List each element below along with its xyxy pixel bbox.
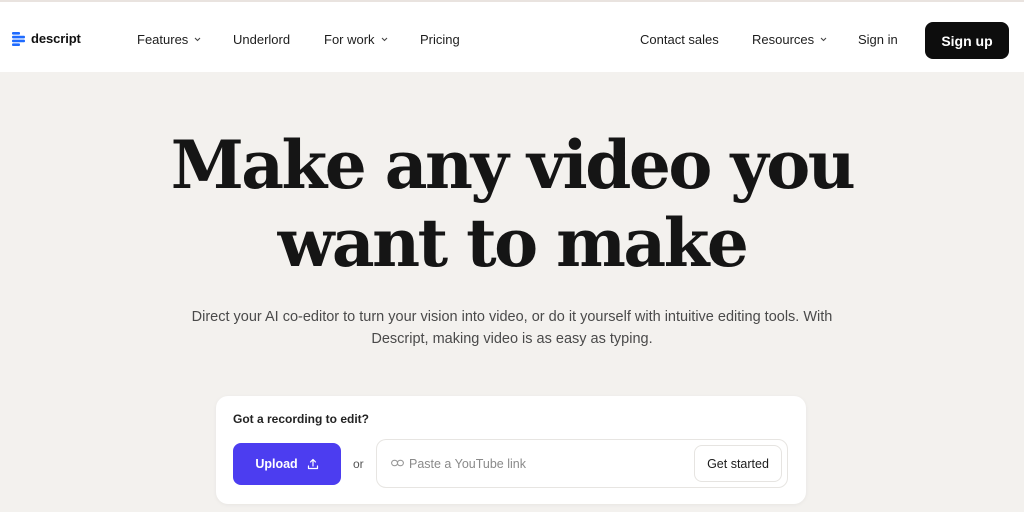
chevron-down-icon: [820, 37, 827, 42]
nav-contact-sales[interactable]: Contact sales: [640, 32, 719, 47]
youtube-link-box: Get started: [376, 439, 788, 488]
upload-card-title: Got a recording to edit?: [233, 412, 370, 426]
descript-logo[interactable]: descript: [12, 31, 81, 46]
nav-features[interactable]: Features: [137, 32, 201, 47]
hero-title-line-2: want to make: [277, 204, 749, 282]
hero-subtitle-line-1: Direct your AI co-editor to turn your vi…: [191, 309, 833, 325]
upload-icon: [307, 458, 318, 470]
nav-pricing[interactable]: Pricing: [420, 32, 460, 47]
upload-label: Upload: [255, 457, 298, 471]
nav-underlord-label: Underlord: [233, 32, 291, 47]
hero-title: Make any video you want to make: [0, 126, 1024, 282]
nav-for-work[interactable]: For work: [324, 32, 388, 47]
descript-logo-icon: [12, 31, 25, 46]
sign-up-button[interactable]: Sign up: [925, 22, 1009, 59]
nav-features-label: Features: [137, 32, 189, 47]
hero-title-line-1: Make any video you: [170, 126, 856, 204]
nav-pricing-label: Pricing: [420, 32, 460, 47]
sign-up-label: Sign up: [941, 32, 993, 49]
youtube-link-input[interactable]: [409, 453, 689, 475]
hero-subtitle: Direct your AI co-editor to turn your vi…: [150, 306, 874, 350]
hero-subtitle-line-2: Descript, making video is as easy as typ…: [371, 331, 653, 347]
nav-resources[interactable]: Resources: [752, 32, 827, 47]
nav-for-work-label: For work: [324, 32, 375, 47]
brand-name: descript: [31, 31, 81, 46]
chevron-down-icon: [381, 37, 387, 42]
or-separator: or: [353, 457, 364, 471]
upload-button[interactable]: Upload: [233, 443, 341, 485]
get-started-label: Get started: [707, 456, 769, 471]
top-navigation: descript Features Underlord For work Pri…: [0, 2, 1024, 72]
chevron-down-icon: [194, 37, 201, 42]
nav-contact-sales-label: Contact sales: [640, 32, 719, 47]
nav-underlord[interactable]: Underlord: [233, 32, 290, 47]
nav-sign-in-label: Sign in: [858, 32, 898, 47]
get-started-button[interactable]: Get started: [694, 445, 782, 482]
nav-resources-label: Resources: [752, 32, 815, 47]
nav-sign-in[interactable]: Sign in: [858, 32, 898, 47]
link-icon: [391, 459, 404, 467]
upload-card: Got a recording to edit? Upload or Get s…: [216, 396, 806, 504]
